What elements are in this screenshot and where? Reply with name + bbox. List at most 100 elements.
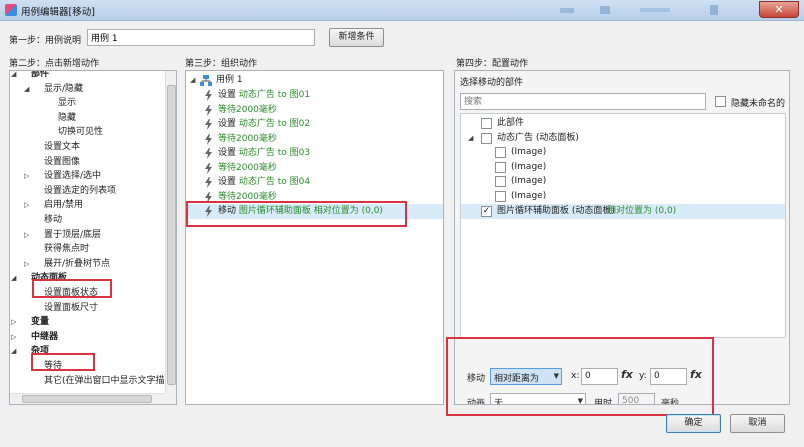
action-verb: 设置 [218, 148, 237, 158]
action-item-label: 切换可见性 [58, 127, 104, 138]
widget-tree-row[interactable]: (Image) [461, 189, 785, 204]
action-detail: 等待2000毫秒 [218, 162, 277, 173]
step1-label: 第一步：用例说明 [9, 36, 82, 46]
select-widget-header: 选择移动的部件 [460, 78, 524, 88]
lightning-icon [205, 177, 212, 188]
widget-checkbox[interactable] [495, 161, 506, 173]
widget-label: 此部件 [497, 118, 525, 128]
widget-label: (Image) [511, 161, 547, 172]
widget-tree-row[interactable]: (Image) [461, 145, 785, 160]
action-verb: 设置 [218, 177, 237, 187]
action-verb: 设置 [218, 119, 237, 129]
action-item-label: 中继器 [31, 331, 59, 342]
widget-checkbox[interactable] [495, 191, 506, 202]
widget-label: (Image) [511, 191, 547, 201]
horizontal-scrollbar[interactable] [10, 393, 166, 404]
action-detail: 动态广告 to 图02 [238, 119, 311, 129]
lightning-icon [205, 119, 212, 130]
action-item-label: 展开/折叠树节点 [44, 258, 111, 269]
expand-triangle-icon[interactable]: ◢ [11, 344, 16, 359]
organize-actions-panel: ◢ 用例 1 设置 动态广告 to 图01 等待2000毫秒 设置 动态广告 to … [185, 70, 444, 405]
action-row-text: 等待2000毫秒 [218, 103, 277, 118]
collapse-triangle-icon[interactable]: ▷ [24, 257, 29, 272]
cancel-button[interactable]: 取消 [730, 414, 785, 433]
action-item-label: 获得焦点时 [44, 244, 90, 255]
widget-move-summary: 相对位置为 (0,0) [607, 205, 677, 216]
action-item-label: 置于顶层/底层 [44, 229, 102, 240]
lightning-icon [205, 162, 212, 174]
collapse-triangle-icon[interactable]: ▷ [24, 169, 29, 184]
close-icon: ✕ [774, 3, 784, 16]
action-row-text: 设置 动态广告 to 图01 [218, 88, 310, 103]
action-item-label: 隐藏 [58, 112, 77, 123]
action-item-label: 启用/禁用 [44, 200, 84, 211]
title-bar: 用例编辑器[移动] ✕ [0, 0, 804, 21]
action-detail: 等待2000毫秒 [218, 133, 277, 144]
expand-triangle-icon[interactable]: ◢ [11, 71, 16, 82]
widget-label: 动态广告 (动态面板) [497, 132, 579, 143]
action-item-label: 设置选择/选中 [44, 171, 102, 182]
case-description-input[interactable] [87, 29, 315, 46]
widget-tree-row[interactable]: ◢ 动态广告 (动态面板) [461, 131, 785, 146]
close-button[interactable]: ✕ [759, 1, 799, 18]
widget-checkbox[interactable] [481, 132, 492, 144]
highlight-box [32, 279, 112, 298]
widget-label: (Image) [511, 176, 547, 187]
case-tree-icon [200, 75, 212, 86]
widget-tree: 此部件 ◢ 动态广告 (动态面板) (Image) (Image) (Image) (Ima… [460, 113, 786, 338]
action-item-label: 部件 [31, 70, 50, 79]
expand-triangle-icon[interactable]: ◢ [11, 271, 16, 286]
action-row-text: 等待2000毫秒 [218, 161, 277, 176]
action-item-label: 移动 [44, 215, 63, 225]
scrollbar-thumb[interactable] [167, 85, 176, 385]
highlight-box [446, 337, 714, 416]
widget-tree-row[interactable]: 此部件 [461, 116, 785, 131]
lightning-icon [205, 104, 212, 116]
action-detail: 动态广告 to 图03 [238, 148, 311, 158]
action-verb: 设置 [218, 90, 237, 100]
hide-unnamed-label: 隐藏未命名的 [731, 99, 786, 109]
expand-triangle-icon[interactable]: ◢ [468, 131, 473, 146]
widget-search-input[interactable] [460, 93, 706, 110]
widget-checkbox[interactable] [481, 118, 492, 129]
widget-label: 图片循环辅助面板 (动态面板) [497, 205, 615, 216]
action-item-label: 显示 [58, 98, 77, 109]
ok-button[interactable]: 确定 [666, 414, 721, 433]
action-detail: 动态广告 to 图01 [238, 90, 311, 100]
widget-checkbox[interactable]: ✓ [481, 205, 492, 217]
highlight-box [186, 201, 407, 227]
action-row-text: 设置 动态广告 to 图03 [218, 146, 310, 161]
lightning-icon [205, 148, 212, 159]
step2-label: 第二步：点击新增动作 [9, 59, 100, 69]
window-title: 用例编辑器[移动] [21, 7, 95, 18]
widget-tree-row[interactable]: (Image) [461, 160, 785, 175]
action-detail: 等待2000毫秒 [218, 104, 277, 115]
action-item-label: 显示/隐藏 [44, 83, 84, 94]
action-item-label: 变量 [31, 317, 50, 328]
collapse-triangle-icon[interactable]: ▷ [11, 330, 16, 345]
widget-checkbox[interactable] [495, 147, 506, 159]
dialog-body: 第一步：用例说明 新增条件 第二步：点击新增动作 第三步：组织动作 第四步：配置… [0, 21, 804, 447]
widget-label: (Image) [511, 147, 547, 158]
step3-label: 第三步：组织动作 [185, 59, 258, 69]
widget-checkbox[interactable] [495, 176, 506, 188]
collapse-triangle-icon[interactable]: ▷ [24, 228, 29, 243]
expand-triangle-icon[interactable]: ◢ [24, 82, 29, 97]
scrollbar-thumb[interactable] [22, 395, 152, 403]
case-root-label: 用例 1 [216, 75, 243, 85]
action-row-text: 设置 动态广告 to 图02 [218, 117, 310, 132]
collapse-triangle-icon[interactable]: ▷ [11, 315, 16, 330]
lightning-icon [205, 90, 212, 101]
hide-unnamed-checkbox[interactable] [715, 96, 726, 107]
widget-tree-row[interactable]: (Image) [461, 174, 785, 189]
lightning-icon [205, 133, 212, 145]
vertical-scrollbar[interactable] [165, 71, 176, 404]
collapse-triangle-icon[interactable]: ▷ [24, 198, 29, 213]
highlight-box [31, 353, 95, 371]
action-detail: 等待2000毫秒 [218, 191, 277, 202]
action-row-text: 等待2000毫秒 [218, 132, 277, 147]
action-item-label: 设置面板尺寸 [44, 302, 99, 313]
app-icon [5, 4, 17, 16]
add-condition-button[interactable]: 新增条件 [329, 28, 384, 47]
widget-tree-row[interactable]: ✓ 图片循环辅助面板 (动态面板) 相对位置为 (0,0) [461, 203, 785, 219]
